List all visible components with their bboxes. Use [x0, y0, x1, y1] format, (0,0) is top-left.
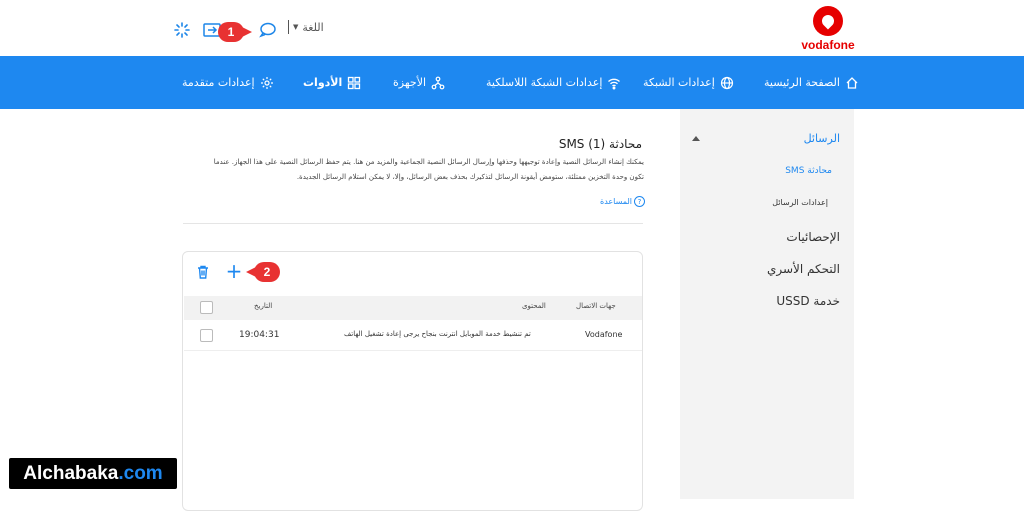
collapse-caret-icon[interactable]: [692, 136, 700, 141]
sidebar-item-messages[interactable]: الرسائل: [804, 132, 840, 145]
nav-wireless-settings[interactable]: إعدادات الشبكة اللاسلكية: [486, 56, 621, 109]
watermark-part-2: .com: [118, 462, 163, 484]
sidebar-item-statistics[interactable]: الإحصائيات: [786, 230, 840, 244]
sidebar-item-ussd[interactable]: خدمة USSD: [776, 294, 840, 308]
chevron-down-icon: ▼: [293, 23, 299, 31]
main-nav: الصفحة الرئيسية إعدادات الشبكة إعدادات ا…: [0, 56, 1024, 109]
separator: [288, 20, 289, 34]
language-label: اللغة: [302, 20, 324, 34]
nav-advanced-settings-label: إعدادات متقدمة: [182, 76, 255, 89]
row-checkbox[interactable]: [200, 329, 213, 342]
row-divider: [184, 350, 642, 351]
help-icon: ?: [634, 196, 646, 207]
nav-wireless-settings-label: إعدادات الشبكة اللاسلكية: [486, 76, 603, 89]
description-line-1: يمكنك إنشاء الرسائل النصية وإعادة توجيهه…: [213, 158, 644, 166]
select-all-checkbox[interactable]: [200, 301, 213, 314]
annotation-badge-1: 1: [218, 22, 252, 42]
nav-devices[interactable]: الأجهزة: [393, 56, 445, 109]
page-description: يمكنك إنشاء الرسائل النصية وإعادة توجيهه…: [184, 155, 644, 185]
row-content: تم تنشيط خدمة الموبايل انترنت بنجاح يرجى…: [344, 330, 531, 338]
home-icon: [846, 76, 858, 89]
brand-name: vodafone: [801, 38, 855, 52]
nav-tools-label: الأدوات: [303, 76, 343, 89]
add-message-icon[interactable]: +: [225, 261, 243, 281]
sidebar-item-message-settings[interactable]: إعدادات الرسائل: [772, 198, 828, 207]
nav-network-settings[interactable]: إعدادات الشبكة: [643, 56, 734, 109]
nav-home[interactable]: الصفحة الرئيسية: [764, 56, 859, 109]
watermark: Alchabaka .com: [9, 458, 177, 489]
nav-devices-label: الأجهزة: [393, 76, 427, 89]
nav-tools[interactable]: الأدوات: [303, 56, 361, 109]
column-header-content: المحتوى: [522, 302, 546, 310]
nav-home-label: الصفحة الرئيسية: [764, 76, 840, 89]
messages-panel: [182, 251, 643, 511]
row-date: 19:04:31: [239, 330, 280, 340]
column-header-contacts: جهات الاتصال: [576, 302, 616, 310]
row-contact: Vodafone: [585, 330, 623, 339]
watermark-part-1: Alchabaka: [23, 462, 119, 484]
table-header: [184, 296, 642, 320]
sidebar-item-parental-control[interactable]: التحكم الأسري: [767, 262, 840, 276]
vodafone-logo-mark: [813, 6, 843, 36]
annotation-badge-2: 2: [246, 262, 280, 282]
column-header-date: التاريخ: [254, 302, 273, 310]
devices-icon: [431, 76, 445, 89]
spinner-icon[interactable]: [172, 20, 192, 40]
description-line-2: تكون وحدة التخزين ممتلئة، ستومض أيقونة ا…: [296, 173, 644, 181]
nav-advanced-settings[interactable]: إعدادات متقدمة: [182, 56, 274, 109]
language-selector[interactable]: ▼ اللغة: [288, 20, 324, 34]
help-link[interactable]: ? المساعدة: [600, 196, 646, 207]
help-label: المساعدة: [600, 197, 633, 206]
top-bar: vodafone ▼ اللغة 1: [0, 0, 1024, 56]
nav-network-settings-label: إعدادات الشبكة: [643, 76, 715, 89]
globe-icon: [720, 76, 733, 89]
gear-icon: [260, 76, 273, 89]
chat-bubble-icon[interactable]: [258, 20, 278, 40]
sidebar: الرسائل محادثة SMS إعدادات الرسائل الإحص…: [680, 109, 854, 499]
wifi-icon: [608, 78, 621, 89]
sidebar-item-sms-conversation[interactable]: محادثة SMS: [785, 166, 832, 176]
divider: [183, 223, 643, 224]
trash-icon[interactable]: [195, 264, 211, 280]
tools-grid-icon: [348, 76, 361, 89]
page-title: محادثة SMS (1): [558, 137, 642, 151]
vodafone-logo[interactable]: vodafone: [800, 6, 856, 52]
